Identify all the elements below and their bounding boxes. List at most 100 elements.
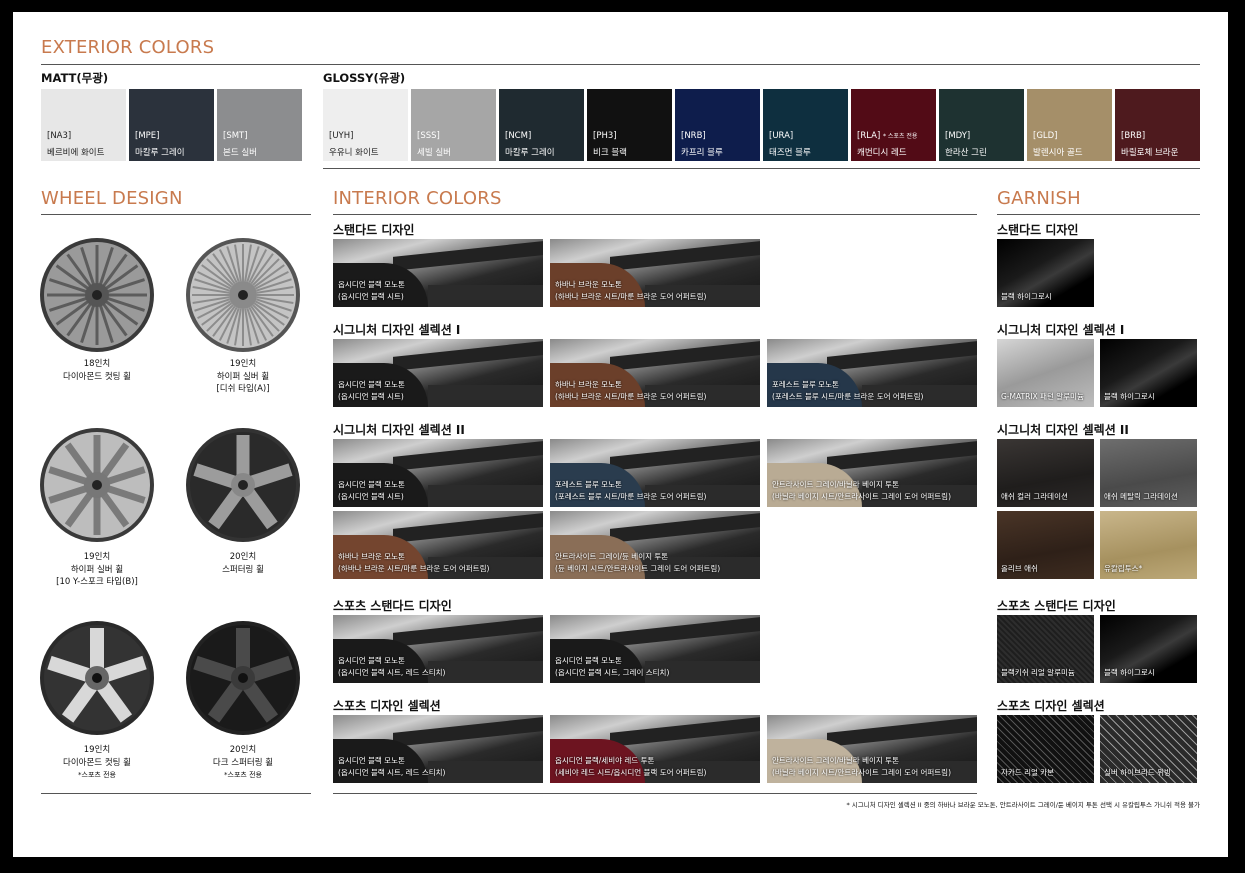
wheel-name: 다이아몬드 컷팅 휠 [63, 371, 131, 382]
interior-color-tile[interactable]: 하바나 브라운 모노톤 (하바나 브라운 시트/마룬 브라운 도어 어퍼트림) [550, 239, 760, 307]
color-name: 베르비에 화이트 [47, 148, 105, 158]
interior-dashboard [393, 241, 543, 271]
garnish-label: 애쉬 컬러 그라데이션 [1001, 492, 1068, 501]
color-code-text: [UYH] [329, 131, 354, 141]
interior-dashboard [393, 441, 543, 471]
interior-color-tile[interactable]: 안트라사이트 그레이/바닐라 베이지 투톤 (바닐라 베이지 시트/안트라사이트 … [767, 715, 977, 783]
garnish-tile[interactable]: 실버 하이브리드 위빙 [1100, 715, 1197, 783]
wheel-note: *스포츠 전용 [224, 771, 262, 779]
interior-color-tile[interactable]: 옵시디언 블랙 모노톤 (옵시디언 블랙 시트, 그레이 스티치) [550, 615, 760, 683]
wheel-spoke [90, 628, 104, 668]
interior-group-title: 스포츠 스탠다드 디자인 [333, 599, 452, 613]
interior-color-tile[interactable]: 안트라사이트 그레이/듄 베이지 투톤 (듄 베이지 시트/안트라사이트 그레이 … [550, 511, 760, 579]
color-swatch[interactable]: [NA3] 베르비에 화이트 [41, 89, 126, 161]
color-code: [NA3] [47, 131, 71, 141]
interior-dashboard [393, 513, 543, 543]
garnish-tile[interactable]: 블랙키쉬 리얼 알루미늄 [997, 615, 1094, 683]
color-code-note: * 스포츠 전용 [883, 133, 918, 140]
color-swatch[interactable]: [MPE] 마칼루 그레이 [129, 89, 214, 161]
color-swatch[interactable]: [PH3] 비크 블랙 [587, 89, 672, 161]
interior-color-tile[interactable]: 옵시디언 블랙 모노톤 (옵시디언 블랙 시트, 레드 스티치) [333, 615, 543, 683]
color-name: 마칼루 그레이 [135, 148, 185, 158]
interior-color-detail: (옵시디언 블랙 시트) [338, 392, 404, 401]
wheel-size: 19인치 [229, 359, 257, 369]
interior-color-name: 포레스트 블루 모노톤 [772, 380, 839, 389]
wheel-spoke [242, 309, 244, 346]
garnish-group-title: 시그니처 디자인 셀렉션 I [997, 323, 1125, 337]
wheel-type: [10 Y-스포크 타입(B)] [56, 577, 138, 587]
wheel-caption-4: 20인치 스퍼터링 휠 [173, 551, 313, 576]
wheel-name: 다이아몬드 컷팅 휠 [63, 757, 131, 768]
wheel-spoke [107, 293, 147, 297]
color-code: [GLD] [1033, 131, 1058, 141]
garnish-label: 실버 하이브리드 위빙 [1104, 768, 1171, 777]
color-code-text: [PH3] [593, 131, 617, 141]
interior-color-tile[interactable]: 안트라사이트 그레이/바닐라 베이지 투톤 (바닐라 베이지 시트/안트라사이트 … [767, 439, 977, 507]
color-name: 비크 블랙 [593, 148, 627, 158]
interior-color-tile[interactable]: 하바나 브라운 모노톤 (하바나 브라운 시트/마룬 브라운 도어 어퍼트림) [333, 511, 543, 579]
interior-colors-title: INTERIOR COLORS [333, 188, 502, 209]
interior-color-tile[interactable]: 옵시디언 블랙 모노톤 (옵시디언 블랙 시트, 레드 스티치) [333, 715, 543, 783]
wheel-18-diamond-cut [40, 238, 154, 352]
color-swatch[interactable]: [SSS] 세빌 실버 [411, 89, 496, 161]
exterior-bottom-divider [323, 168, 1200, 169]
color-swatch[interactable]: [GLD] 발렌시아 골드 [1027, 89, 1112, 161]
interior-color-detail: (하바나 브라운 시트/마룬 브라운 도어 어퍼트림) [555, 392, 707, 401]
color-code: [NCM] [505, 131, 531, 141]
brochure-page: EXTERIOR COLORS MATT(무광) GLOSSY(유광) [NA3… [13, 12, 1228, 857]
interior-group-title: 스포츠 디자인 셀렉션 [333, 699, 441, 713]
interior-color-tile[interactable]: 포레스트 블루 모노톤 (포레스트 블루 시트/마룬 브라운 도어 어퍼트림) [550, 439, 760, 507]
garnish-tile[interactable]: 블랙 하이그로시 [997, 239, 1094, 307]
color-swatch[interactable]: [UYH] 우유니 화이트 [323, 89, 408, 161]
garnish-tile[interactable]: G-MATRIX 패턴 알루미늄 [997, 339, 1094, 407]
interior-bottom-divider [333, 793, 977, 794]
wheel-spoke [95, 245, 99, 285]
garnish-tile[interactable]: 올리브 애쉬 [997, 511, 1094, 579]
garnish-tile[interactable]: 유칼립투스* [1100, 511, 1197, 579]
interior-color-name: 포레스트 블루 모노톤 [555, 480, 622, 489]
color-swatch[interactable]: [BRB] 바릴로체 브라운 [1115, 89, 1200, 161]
garnish-tile[interactable]: 블랙 하이그로시 [1100, 339, 1197, 407]
interior-console [428, 485, 543, 507]
interior-color-detail: (옵시디언 블랙 시트, 그레이 스티치) [555, 668, 670, 677]
interior-color-tile[interactable]: 포레스트 블루 모노톤 (포레스트 블루 시트/마룬 브라운 도어 어퍼트림) [767, 339, 977, 407]
color-code: [SMT] [223, 131, 248, 141]
wheel-caption-3: 19인치 하이퍼 실버 휠 [10 Y-스포크 타입(B)] [27, 551, 167, 589]
color-code: [URA] [769, 131, 793, 141]
interior-color-name: 하바나 브라운 모노톤 [555, 380, 622, 389]
garnish-tile[interactable]: 애쉬 컬러 그라데이션 [997, 439, 1094, 507]
color-swatch[interactable]: [MDY] 한라산 그린 [939, 89, 1024, 161]
wheel-note: *스포츠 전용 [78, 771, 116, 779]
color-swatch[interactable]: [URA] 태즈먼 블루 [763, 89, 848, 161]
color-code: [MDY] [945, 131, 970, 141]
garnish-group-title: 스포츠 스탠다드 디자인 [997, 599, 1116, 613]
interior-color-detail: (옵시디언 블랙 시트) [338, 292, 404, 301]
interior-color-tile[interactable]: 하바나 브라운 모노톤 (하바나 브라운 시트/마룬 브라운 도어 어퍼트림) [550, 339, 760, 407]
garnish-tile[interactable]: 블랙 하이그로시 [1100, 615, 1197, 683]
color-code-text: [NRB] [681, 131, 706, 141]
wheel-caption-6: 20인치 다크 스퍼터링 휠 *스포츠 전용 [173, 744, 313, 782]
interior-color-tile[interactable]: 옵시디언 블랙 모노톤 (옵시디언 블랙 시트) [333, 439, 543, 507]
color-code-text: [MDY] [945, 131, 971, 141]
color-swatch[interactable]: [NRB] 카프리 블루 [675, 89, 760, 161]
interior-color-tile[interactable]: 옵시디언 블랙/세비야 레드 투톤 (세비야 레드 시트/옵시디언 블랙 도어 어… [550, 715, 760, 783]
interior-dashboard [393, 341, 543, 371]
color-name: 발렌시아 골드 [1033, 148, 1083, 158]
color-code-text: [NCM] [505, 131, 532, 141]
interior-color-tile[interactable]: 옵시디언 블랙 모노톤 (옵시디언 블랙 시트) [333, 339, 543, 407]
interior-dashboard [610, 341, 760, 371]
color-code-text: [RLA] [857, 131, 881, 141]
interior-color-name: 옵시디언 블랙 모노톤 [338, 480, 405, 489]
color-swatch[interactable]: [NCM] 마칼루 그레이 [499, 89, 584, 161]
wheel-spoke [93, 496, 101, 535]
garnish-tile[interactable]: 애쉬 메탈릭 그라데이션 [1100, 439, 1197, 507]
garnish-label: 애쉬 메탈릭 그라데이션 [1104, 492, 1178, 501]
garnish-title: GARNISH [997, 188, 1081, 209]
color-swatch[interactable]: [SMT] 본드 실버 [217, 89, 302, 161]
garnish-label: 유칼립투스* [1104, 564, 1143, 573]
interior-color-tile[interactable]: 옵시디언 블랙 모노톤 (옵시디언 블랙 시트) [333, 239, 543, 307]
color-swatch[interactable]: [RLA] * 스포츠 전용 캐번디시 레드 [851, 89, 936, 161]
color-name: 우유니 화이트 [329, 148, 379, 158]
garnish-tile[interactable]: 자카드 리얼 카본 [997, 715, 1094, 783]
wheel-type: [디쉬 타입(A)] [216, 384, 270, 394]
